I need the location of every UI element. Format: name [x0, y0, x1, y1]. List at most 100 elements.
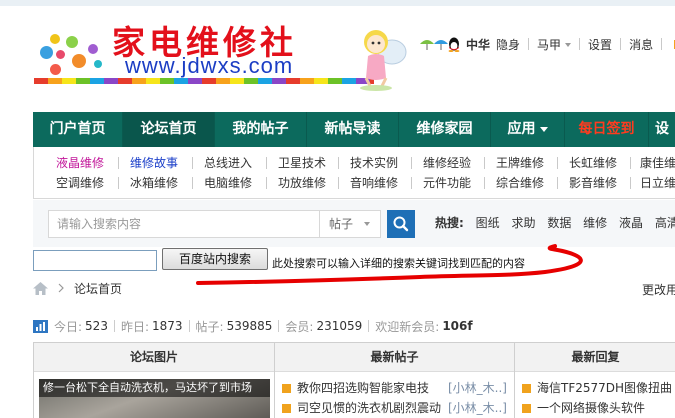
search-bar: 帖子 热搜: 图纸 求助 数据 维修 液晶 高清 电 [33, 200, 675, 247]
post-bullet-icon [282, 384, 291, 393]
nav-new-posts-guide[interactable]: 新帖导读 [307, 112, 399, 147]
hot-keyword[interactable]: 高清 [655, 216, 675, 230]
search-icon [393, 216, 409, 232]
forum-picture-slide[interactable]: 修一台松下全自动洗衣机，马达坏了到市场 [39, 379, 270, 418]
members-label: 会员: [285, 319, 314, 334]
today-count: 523 [85, 319, 108, 333]
search-type-select[interactable]: 帖子 [319, 210, 381, 238]
search-input[interactable] [48, 210, 320, 238]
search-type-label: 帖子 [329, 217, 354, 231]
username-label: 马甲 [537, 37, 562, 52]
chevron-down-icon [565, 43, 572, 47]
sub-nav-row-1: 液晶维修 维修故事 总线进入 卫星技术 技术实例 维修经验 王牌维修 长虹维修 … [34, 153, 675, 173]
sub-nav-item[interactable]: 卫星技术 [278, 153, 326, 173]
settings-link[interactable]: 设置 [588, 36, 612, 53]
sub-nav-item[interactable]: 综合维修 [496, 173, 544, 193]
search-button[interactable] [387, 210, 415, 238]
nav-portal-home[interactable]: 门户首页 [33, 112, 123, 147]
sub-nav-item[interactable]: 技术实例 [350, 153, 398, 173]
main-nav: 门户首页 论坛首页 我的帖子 新帖导读 维修家园 应用 每日签到 设 [33, 112, 675, 147]
list-item[interactable]: 海信TF2577DH图像扭曲 [522, 379, 672, 397]
nav-settings-partial[interactable]: 设 [649, 112, 675, 147]
top-strip [0, 0, 675, 6]
yesterday-count: 1873 [152, 319, 183, 333]
post-author[interactable]: [小林_木..] [448, 399, 507, 416]
sub-nav-item[interactable]: 电脑维修 [204, 173, 252, 193]
list-item[interactable]: 教你四招选购智能家电技 [282, 379, 429, 397]
breadcrumb: 论坛首页 [33, 279, 122, 297]
column-header-pictures: 论坛图片 [34, 343, 274, 372]
qq-penguin-icon[interactable] [446, 36, 462, 52]
sub-nav-item[interactable]: 王牌维修 [496, 153, 544, 173]
sub-nav-item[interactable]: 液晶维修 [56, 153, 104, 173]
sub-nav-item[interactable]: 空调维修 [56, 173, 104, 193]
members-count: 231059 [316, 319, 363, 333]
baidu-search-hint: 此处搜索可以输入详细的搜索关键词找到匹配的内容 [272, 257, 525, 270]
chevron-down-icon [364, 222, 370, 226]
nav-daily-checkin[interactable]: 每日签到 [565, 112, 649, 147]
hot-keyword[interactable]: 维修 [583, 216, 607, 230]
sub-nav-item[interactable]: 元件功能 [423, 173, 471, 193]
hot-searches: 热搜: 图纸 求助 数据 维修 液晶 高清 电 [435, 214, 675, 231]
site-header: 家电维修社 www.jdwxs.com 中华 隐身 马甲 设置 消息 [0, 0, 675, 112]
posts-count: 539885 [226, 319, 273, 333]
picture-caption[interactable]: 修一台松下全自动洗衣机，马达坏了到市场 [39, 379, 270, 397]
username-menu[interactable]: 马甲 [537, 36, 572, 53]
sub-nav-item[interactable]: 康佳维 [640, 153, 675, 173]
sub-nav-item[interactable]: 维修故事 [130, 153, 178, 173]
user-toolbar: 中华 隐身 马甲 设置 消息 [446, 35, 675, 53]
sub-nav-item[interactable]: 日立维 [640, 173, 675, 193]
change-style-link[interactable]: 更改用 [642, 281, 675, 298]
forum-overview-grid: 论坛图片 最新帖子 最新回复 修一台松下全自动洗衣机，马达坏了到市场 教你四招选… [33, 342, 675, 418]
list-item[interactable]: 一个网络摄像头软件 [522, 399, 645, 417]
reply-title[interactable]: 海信TF2577DH图像扭曲 [537, 381, 672, 395]
post-title[interactable]: 司空见惯的洗衣机剧烈震动 [297, 401, 441, 415]
sub-nav-row-2: 空调维修 冰箱维修 电脑维修 功放维修 音响维修 元件功能 综合维修 影音维修 … [34, 173, 675, 193]
baidu-search-input[interactable] [33, 250, 157, 271]
sub-nav-item[interactable]: 功放维修 [278, 173, 326, 193]
baidu-search-button[interactable]: 百度站内搜索 [162, 248, 268, 270]
umbrella-decoration-icon [420, 40, 448, 50]
sub-nav-item[interactable]: 维修经验 [423, 153, 471, 173]
sub-nav-item[interactable]: 影音维修 [569, 173, 617, 193]
hot-keyword[interactable]: 液晶 [619, 216, 643, 230]
post-bullet-icon [282, 404, 291, 413]
messages-link[interactable]: 消息 [629, 36, 653, 53]
list-item[interactable]: 司空见惯的洗衣机剧烈震动 [282, 399, 441, 417]
logo-bubbles-icon [36, 24, 116, 80]
chevron-right-icon [58, 283, 64, 293]
sub-nav-item[interactable]: 音响维修 [350, 173, 398, 193]
region-link[interactable]: 中华 [466, 36, 490, 53]
column-header-new-replies: 最新回复 [515, 343, 675, 372]
nav-apps-label: 应用 [507, 121, 536, 137]
yesterday-label: 昨日: [120, 319, 149, 334]
newest-member-link[interactable]: 106f [442, 319, 472, 333]
hot-keyword[interactable]: 求助 [511, 216, 535, 230]
invisible-toggle[interactable]: 隐身 [496, 36, 520, 53]
post-bullet-icon [522, 404, 531, 413]
nav-forum-home[interactable]: 论坛首页 [123, 112, 215, 147]
forum-stats: 今日: 523 昨日: 1873 帖子: 539885 会员: 231059 欢… [33, 317, 473, 335]
site-logo-url[interactable]: www.jdwxs.com [125, 53, 293, 79]
logo-rainbow-bar [34, 78, 374, 84]
chevron-down-icon [539, 126, 548, 132]
post-title[interactable]: 教你四招选购智能家电技 [297, 381, 429, 395]
hot-keyword[interactable]: 数据 [547, 216, 571, 230]
reply-title[interactable]: 一个网络摄像头软件 [537, 401, 645, 415]
angel-mascot-icon [360, 30, 407, 91]
nav-my-posts[interactable]: 我的帖子 [215, 112, 307, 147]
welcome-label: 欢迎新会员: [375, 319, 440, 334]
column-header-new-posts: 最新帖子 [275, 343, 514, 372]
post-author[interactable]: [小林_木..] [448, 379, 507, 396]
nav-repair-home[interactable]: 维修家园 [399, 112, 491, 147]
hot-keyword[interactable]: 图纸 [476, 216, 500, 230]
sub-nav-item[interactable]: 长虹维修 [569, 153, 617, 173]
post-bullet-icon [522, 384, 531, 393]
sub-nav-item[interactable]: 总线进入 [204, 153, 252, 173]
home-icon[interactable] [33, 281, 48, 295]
breadcrumb-current[interactable]: 论坛首页 [74, 280, 122, 297]
sub-nav-item[interactable]: 冰箱维修 [130, 173, 178, 193]
hot-label: 热搜: [435, 216, 464, 230]
sub-nav: 液晶维修 维修故事 总线进入 卫星技术 技术实例 维修经验 王牌维修 长虹维修 … [33, 147, 675, 199]
nav-apps[interactable]: 应用 [491, 112, 565, 147]
